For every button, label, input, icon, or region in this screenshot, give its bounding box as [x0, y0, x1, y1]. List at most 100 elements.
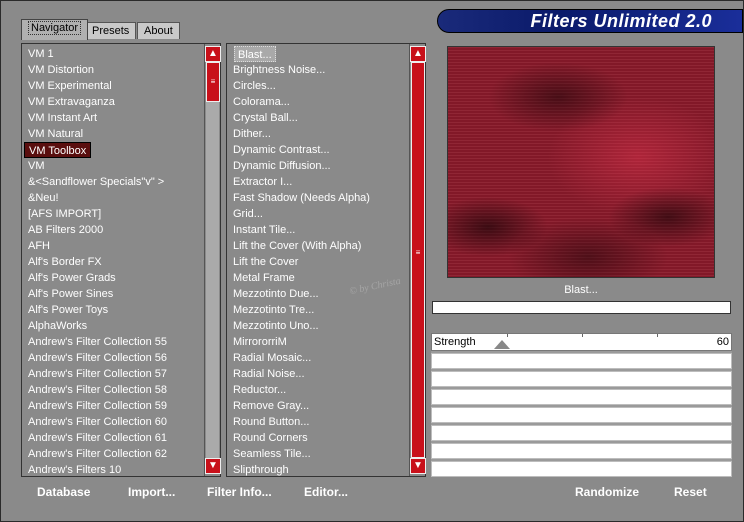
list-item[interactable]: VM Experimental — [22, 78, 204, 94]
scroll-up-arrow-icon[interactable]: ▲ — [410, 46, 426, 62]
list-item[interactable]: Crystal Ball... — [227, 110, 409, 126]
filter-scrollbar[interactable]: ▲ ≡ ▼ — [409, 44, 426, 476]
list-item-label: Dynamic Diffusion... — [233, 160, 331, 172]
empty-param-row — [431, 389, 732, 405]
list-item[interactable]: Andrew's Filter Collection 56 — [22, 350, 204, 366]
list-item-label: Extractor I... — [233, 176, 293, 188]
strength-slider[interactable]: Strength 60 — [431, 333, 732, 351]
list-item-label: Crystal Ball... — [233, 112, 298, 124]
list-item-label: AFH — [28, 240, 50, 252]
scroll-up-arrow-icon[interactable]: ▲ — [205, 46, 221, 62]
list-item[interactable]: Lift the Cover — [227, 254, 409, 270]
list-item[interactable]: MirrororriM — [227, 334, 409, 350]
list-item[interactable]: Reductor... — [227, 382, 409, 398]
list-item[interactable]: Alf's Power Toys — [22, 302, 204, 318]
preview-image — [447, 46, 715, 278]
list-item[interactable]: Remove Gray... — [227, 398, 409, 414]
list-item-label: Slipthrough — [233, 464, 289, 476]
list-item[interactable]: Alf's Power Sines — [22, 286, 204, 302]
database-button[interactable]: Database — [37, 485, 90, 499]
list-item[interactable]: [AFS IMPORT] — [22, 206, 204, 222]
slider-tick — [507, 334, 508, 337]
category-list[interactable]: VM 1 VM Distortion VM Experimental VM Extra… — [22, 44, 204, 476]
tab-about[interactable]: About — [137, 22, 180, 39]
list-item[interactable]: Andrew's Filter Collection 60 — [22, 414, 204, 430]
list-item[interactable]: Andrew's Filter Collection 55 — [22, 334, 204, 350]
scroll-down-arrow-icon[interactable]: ▼ — [410, 458, 426, 474]
tab-navigator[interactable]: Navigator — [21, 19, 89, 40]
list-item-label: Fast Shadow (Needs Alpha) — [233, 192, 370, 204]
list-item[interactable]: Fast Shadow (Needs Alpha) — [227, 190, 409, 206]
list-item-label: Grid... — [233, 208, 263, 220]
list-item[interactable]: Blast... — [227, 46, 409, 62]
list-item-label: Lift the Cover (With Alpha) — [233, 240, 362, 252]
empty-param-row — [431, 461, 732, 477]
list-item[interactable]: Colorama... — [227, 94, 409, 110]
list-item-label: Mezzotinto Uno... — [233, 320, 319, 332]
tab-presets[interactable]: Presets — [85, 22, 137, 39]
list-item[interactable]: Grid... — [227, 206, 409, 222]
list-item[interactable]: Extractor I... — [227, 174, 409, 190]
scroll-track[interactable]: ≡ — [206, 62, 220, 458]
list-item[interactable]: Dynamic Diffusion... — [227, 158, 409, 174]
scroll-down-arrow-icon[interactable]: ▼ — [205, 458, 221, 474]
list-item[interactable]: Lift the Cover (With Alpha) — [227, 238, 409, 254]
slider-thumb-icon[interactable] — [494, 340, 511, 349]
list-item[interactable]: Circles... — [227, 78, 409, 94]
empty-param-row — [431, 371, 732, 387]
list-item-label: Alf's Power Sines — [28, 288, 114, 300]
scroll-thumb[interactable]: ≡ — [411, 62, 425, 458]
list-item-label: MirrororriM — [233, 336, 287, 348]
category-scrollbar[interactable]: ▲ ≡ ▼ — [204, 44, 221, 476]
filter-info-button[interactable]: Filter Info... — [207, 485, 272, 499]
list-item[interactable]: Andrew's Filter Collection 62 — [22, 446, 204, 462]
scroll-thumb[interactable]: ≡ — [206, 62, 220, 102]
list-item-label: Dynamic Contrast... — [233, 144, 330, 156]
list-item[interactable]: Alf's Power Grads — [22, 270, 204, 286]
list-item[interactable]: Dynamic Contrast... — [227, 142, 409, 158]
editor-button[interactable]: Editor... — [304, 485, 348, 499]
list-item[interactable]: VM Distortion — [22, 62, 204, 78]
list-item[interactable]: Andrew's Filter Collection 58 — [22, 382, 204, 398]
list-item[interactable]: AFH — [22, 238, 204, 254]
list-item[interactable]: Dither... — [227, 126, 409, 142]
list-item[interactable]: Seamless Tile... — [227, 446, 409, 462]
list-item[interactable]: Andrew's Filter Collection 59 — [22, 398, 204, 414]
list-item[interactable]: VM — [22, 158, 204, 174]
list-item-label: Reductor... — [233, 384, 287, 396]
list-item[interactable]: Mezzotinto Uno... — [227, 318, 409, 334]
list-item[interactable]: Round Corners — [227, 430, 409, 446]
list-item[interactable]: AB Filters 2000 — [22, 222, 204, 238]
list-item[interactable]: AlphaWorks — [22, 318, 204, 334]
reset-button[interactable]: Reset — [674, 485, 707, 499]
import-button[interactable]: Import... — [128, 485, 175, 499]
list-item-label: Seamless Tile... — [233, 448, 311, 460]
list-item[interactable]: Instant Tile... — [227, 222, 409, 238]
scroll-track[interactable]: ≡ — [411, 62, 425, 458]
list-item[interactable]: Andrew's Filter Collection 61 — [22, 430, 204, 446]
list-item-label: Brightness Noise... — [233, 64, 326, 76]
list-item[interactable]: VM Instant Art — [22, 110, 204, 126]
filter-list[interactable]: Blast... Brightness Noise... Circles... Col… — [227, 44, 409, 476]
list-item[interactable]: Alf's Border FX — [22, 254, 204, 270]
list-item[interactable]: &Neu! — [22, 190, 204, 206]
list-item[interactable]: Mezzotinto Tre... — [227, 302, 409, 318]
list-item[interactable]: VM 1 — [22, 46, 204, 62]
list-item[interactable]: Andrew's Filter Collection 57 — [22, 366, 204, 382]
list-item[interactable]: VM Natural — [22, 126, 204, 142]
list-item-label: Andrew's Filter Collection 55 — [28, 336, 168, 348]
list-item[interactable]: Radial Mosaic... — [227, 350, 409, 366]
list-item-label: Colorama... — [233, 96, 290, 108]
list-item[interactable]: Andrew's Filters 10 — [22, 462, 204, 476]
list-item[interactable]: VM Toolbox — [22, 142, 204, 158]
preview-filter-name: Blast... — [564, 284, 598, 296]
list-item[interactable]: VM Extravaganza — [22, 94, 204, 110]
list-item[interactable]: Brightness Noise... — [227, 62, 409, 78]
randomize-button[interactable]: Randomize — [575, 485, 639, 499]
category-list-panel: VM 1 VM Distortion VM Experimental VM Extra… — [21, 43, 221, 477]
list-item[interactable]: Slipthrough — [227, 462, 409, 476]
list-item-label: Andrew's Filter Collection 62 — [28, 448, 168, 460]
list-item[interactable]: Radial Noise... — [227, 366, 409, 382]
list-item[interactable]: &<Sandflower Specials"v" > — [22, 174, 204, 190]
list-item[interactable]: Round Button... — [227, 414, 409, 430]
